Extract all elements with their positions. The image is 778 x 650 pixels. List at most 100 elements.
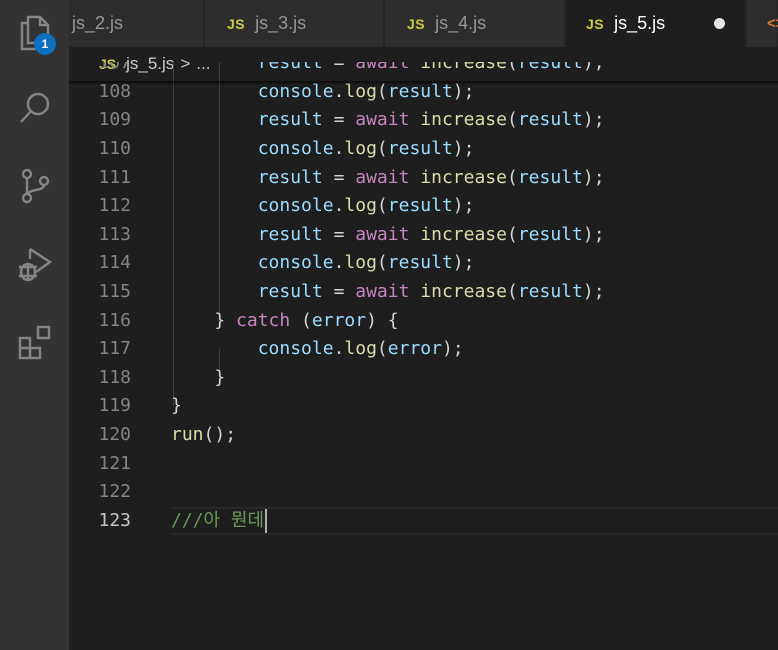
code-token: increase [420,281,507,302]
tab-label: js_2.js [72,13,124,33]
code-token: } [171,366,226,388]
search-icon[interactable] [0,80,69,136]
line-number: 110 [98,138,131,159]
js-file-icon: JS [407,15,426,32]
code-line[interactable]: 114 console.log(result); [69,249,778,278]
code-text: } [171,392,182,421]
line-number: 109 [98,109,131,131]
code-token: catch [236,309,291,331]
code-token: ( [506,281,518,302]
code-line[interactable]: 123 ///아 뭔데 [69,507,778,536]
tab-bar: js_2.js JS js_3.js JS js_4.js JS js_5.js… [69,0,778,47]
code-line[interactable]: 109 result = await increase(result); [69,106,778,135]
line-number: 119 [98,395,131,417]
breadcrumb-shadow [69,81,778,85]
code-line[interactable]: 107 result = await increase(result); [69,62,778,78]
code-token: ); [582,62,605,74]
code-token: increase [420,109,507,131]
code-token: log [344,252,377,274]
code-token: = [322,62,356,74]
code-token: error [311,309,367,331]
line-number: 115 [98,281,131,302]
code-text: ///아 뭔데 [171,507,268,536]
code-line[interactable]: 116 } catch (error) { [69,307,778,336]
code-token: ) { [366,309,399,331]
line-number: 122 [98,481,131,503]
code-token: run [171,424,204,445]
tab-label: js_3.js [255,13,307,33]
code-token: console [257,252,334,274]
text-cursor [265,508,268,533]
code-token: increase [420,223,507,245]
explorer-icon[interactable] [0,4,69,60]
activity-bar: 1 [0,0,69,650]
code-text: result = await increase(result); [171,221,605,250]
code-line[interactable]: 115 result = await increase(result); [69,278,778,307]
code-token: = [322,166,356,188]
js-file-icon: JS [227,15,246,32]
code-line[interactable]: 122 [69,478,778,507]
code-line[interactable]: 110 console.log(result); [69,135,778,164]
code-text: result = await increase(result); [171,278,605,307]
code-line[interactable]: 118 } [69,364,778,393]
code-text: console.log(error); [171,335,464,364]
code-line[interactable]: 113 result = await increase(result); [69,221,778,250]
tab-js-4[interactable]: JS js_4.js [385,0,565,47]
code-editor[interactable]: 107 result = await increase(result); 108 … [69,62,778,650]
code-token: result [257,109,323,131]
js-file-icon: JS [586,15,605,32]
code-token: increase [420,166,507,188]
tab-html[interactable]: <> [747,0,778,47]
code-token: ( [506,62,518,74]
line-number: 111 [98,166,131,188]
line-number: 120 [98,424,131,445]
code-token: result [257,166,323,188]
tab-js-2[interactable]: js_2.js [69,0,204,47]
code-line[interactable]: 119} [69,392,778,421]
unsaved-dot-icon[interactable] [714,18,725,29]
tab-js-3[interactable]: JS js_3.js [205,0,384,47]
code-token: ); [452,138,475,159]
extensions-icon[interactable] [0,314,69,370]
line-number: 114 [98,252,131,274]
code-token: result [517,166,583,188]
code-line[interactable]: 117 console.log(error); [69,335,778,364]
code-line[interactable]: 112 console.log(result); [69,192,778,221]
code-token: . [333,252,345,274]
code-token: ); [452,195,475,217]
html-icon: <> [767,15,778,32]
code-line[interactable]: 121 [69,450,778,479]
code-token: ); [452,252,475,274]
code-token: = [322,223,356,245]
code-token: ( [376,138,388,159]
code-token: error [387,338,442,360]
code-token: ( [506,166,518,188]
code-token: } [171,309,237,331]
code-line[interactable]: 111 result = await increase(result); [69,164,778,193]
code-token: ( [376,252,388,274]
code-token: console [257,138,334,159]
code-token: ); [582,223,605,245]
code-token: result [257,62,323,74]
code-token: . [333,195,345,217]
run-debug-icon[interactable] [0,236,69,292]
code-line[interactable]: 120 run(); [69,421,778,450]
code-token: console [257,195,334,217]
code-token: ); [582,281,605,302]
code-token: result [387,195,453,217]
source-control-icon[interactable] [0,158,69,214]
tab-js-5[interactable]: JS js_5.js [566,0,746,47]
code-token: ); [582,166,605,188]
code-token: await [355,281,410,302]
code-token: log [344,338,377,360]
line-number: 107 [98,62,131,74]
